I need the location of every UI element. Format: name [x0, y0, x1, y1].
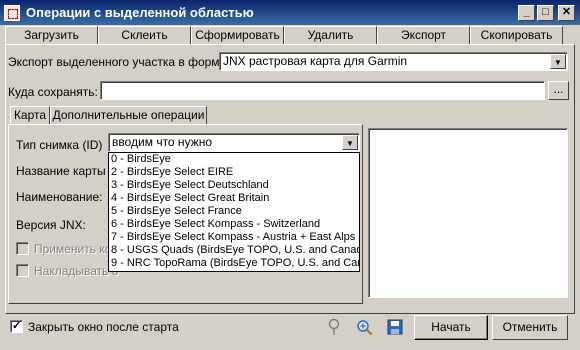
- apply-checkbox[interactable]: [16, 242, 29, 255]
- format-select[interactable]: JNX растровая карта для Garmin ▼: [219, 52, 568, 71]
- snapshot-type-dropdown-list[interactable]: 0 - BirdsEye 2 - BirdsEye Select EIRE 3 …: [108, 152, 360, 272]
- app-icon: [4, 4, 20, 21]
- dropdown-option[interactable]: 0 - BirdsEye: [109, 153, 359, 166]
- snapshot-type-select[interactable]: вводим что нужно ▼: [108, 133, 360, 152]
- close-icon[interactable]: ✕: [558, 4, 575, 21]
- snapshot-type-value: вводим что нужно: [112, 135, 213, 149]
- jnx-version-label: Версия JNX:: [16, 218, 86, 232]
- dropdown-option[interactable]: 9 - NRC TopoRama (BirdsEye TOPO, U.S. an…: [109, 257, 359, 270]
- tab-generate[interactable]: Сформировать: [191, 26, 284, 44]
- chevron-down-icon[interactable]: ▼: [342, 135, 358, 150]
- overlay-label: Накладывать о: [34, 264, 119, 278]
- close-after-start-checkbox[interactable]: ✓: [10, 320, 23, 333]
- apply-label: Применить кор: [34, 242, 119, 256]
- dropdown-option[interactable]: 3 - BirdsEye Select Deutschland: [109, 179, 359, 192]
- dropdown-option[interactable]: 6 - BirdsEye Select Kompass - Switzerlan…: [109, 218, 359, 231]
- window-title: Операции с выделенной областью: [26, 5, 254, 20]
- overlay-checkbox[interactable]: [16, 264, 29, 277]
- start-button[interactable]: Начать: [414, 315, 488, 340]
- minimize-icon[interactable]: _: [518, 4, 535, 21]
- dropdown-option[interactable]: 7 - BirdsEye Select Kompass - Austria + …: [109, 231, 359, 244]
- map-name-label: Название карты: [16, 164, 106, 178]
- save-label: Куда сохранять:: [8, 85, 98, 99]
- tab-extra-operations[interactable]: Дополнительные операции: [50, 106, 207, 125]
- snapshot-type-label: Тип снимка (ID): [16, 138, 103, 152]
- name-label: Наименование:: [16, 190, 103, 204]
- dropdown-option[interactable]: 4 - BirdsEye Select Great Britain: [109, 192, 359, 205]
- save-path-input[interactable]: [100, 81, 545, 100]
- pin-icon[interactable]: [327, 318, 341, 336]
- cancel-button[interactable]: Отменить: [492, 315, 568, 340]
- preview-box: [368, 128, 568, 298]
- tab-delete[interactable]: Удалить: [284, 26, 377, 44]
- checkmark-icon: ✓: [12, 320, 22, 332]
- close-after-start-label: Закрыть окно после старта: [28, 320, 179, 334]
- tab-merge[interactable]: Склеить: [98, 26, 191, 44]
- dropdown-option[interactable]: 5 - BirdsEye Select France: [109, 205, 359, 218]
- format-value: JNX растровая карта для Garmin: [223, 54, 408, 68]
- tab-copy[interactable]: Скопировать: [470, 26, 563, 44]
- chevron-down-icon[interactable]: ▼: [550, 54, 566, 69]
- zoom-icon[interactable]: [356, 319, 373, 336]
- title-bar: Операции с выделенной областью _ □ ✕: [0, 0, 580, 25]
- tab-map[interactable]: Карта: [10, 106, 50, 124]
- tab-load[interactable]: Загрузить: [5, 26, 98, 44]
- maximize-icon[interactable]: □: [537, 4, 554, 21]
- save-icon[interactable]: [387, 319, 403, 335]
- dropdown-option[interactable]: 2 - BirdsEye Select EIRE: [109, 166, 359, 179]
- browse-button[interactable]: ...: [548, 81, 569, 100]
- inner-tabs: Карта Дополнительные операции: [10, 106, 207, 125]
- format-label: Экспорт выделенного участка в формат: [8, 55, 232, 69]
- tab-export[interactable]: Экспорт: [377, 26, 470, 45]
- main-tabs: Загрузить Склеить Сформировать Удалить Э…: [5, 26, 575, 45]
- dropdown-option[interactable]: 8 - USGS Quads (BirdsEye TOPO, U.S. and …: [109, 244, 359, 257]
